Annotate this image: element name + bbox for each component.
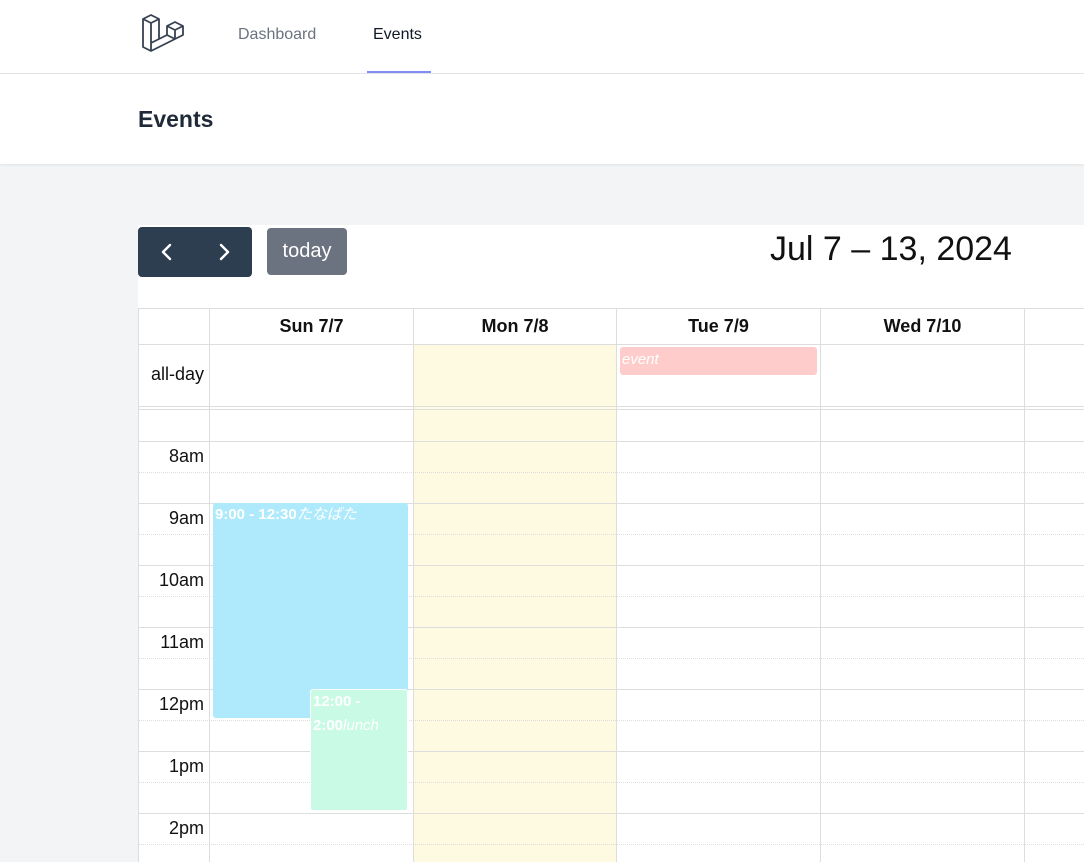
grid-line [138,844,1084,845]
top-nav: Dashboard Events [0,0,1084,74]
nav-dashboard-link[interactable]: Dashboard [238,26,316,44]
lunch-event[interactable]: 12:00 - 2:00lunch [310,689,408,811]
page-header: Events [0,74,1084,164]
grid-line [138,441,1084,442]
event-title: たなばた [296,506,357,523]
time-label: 2pm [168,818,204,838]
grid-line [138,472,1084,473]
grid-line [138,344,1084,345]
time-label: 10am [158,570,204,590]
time-label: 8am [168,446,204,466]
event-time: 9:00 - 12:30 [215,506,297,523]
today-button[interactable]: today [267,228,347,275]
prev-button[interactable] [138,227,195,277]
grid-line [820,308,821,862]
grid-line [138,751,1084,752]
grid-line [209,308,210,862]
nav-button-group [138,227,252,277]
day-header-sun[interactable]: Sun 7/7 [210,308,413,344]
calendar: today Jul 7 – 13, 2024 Sun 7/7 Mon 7/8 T… [138,225,1084,862]
grid-line [138,720,1084,721]
allday-label: all-day [150,364,204,384]
time-label: 1pm [168,756,204,776]
today-column-highlight [414,345,616,862]
grid-line [616,308,617,862]
page-title: Events [138,106,214,132]
grid-line [1024,308,1025,862]
grid-line [138,409,1084,410]
time-grid: Sun 7/7 Mon 7/8 Tue 7/9 Wed 7/10 all-day… [138,308,1084,862]
day-header-wed[interactable]: Wed 7/10 [821,308,1024,344]
allday-event[interactable]: event [620,347,817,375]
time-label: 9am [168,508,204,528]
day-header-tue[interactable]: Tue 7/9 [617,308,820,344]
grid-line [138,406,1084,407]
active-tab-indicator [367,71,431,73]
time-label: 11am [160,632,204,652]
grid-line [413,308,414,862]
day-header-mon[interactable]: Mon 7/8 [414,308,616,344]
grid-line [138,782,1084,783]
time-label: 12pm [158,694,204,714]
calendar-title: Jul 7 – 13, 2024 [770,230,1012,268]
event-title: event [622,351,659,368]
chevron-right-icon [219,243,229,261]
grid-line [138,813,1084,814]
event-title: lunch [343,717,379,734]
tanabata-event[interactable]: 9:00 - 12:30たなばた [213,503,408,718]
laravel-logo[interactable] [140,13,184,55]
nav-events-link[interactable]: Events [373,26,422,44]
chevron-left-icon [161,243,171,261]
next-button[interactable] [195,227,252,277]
